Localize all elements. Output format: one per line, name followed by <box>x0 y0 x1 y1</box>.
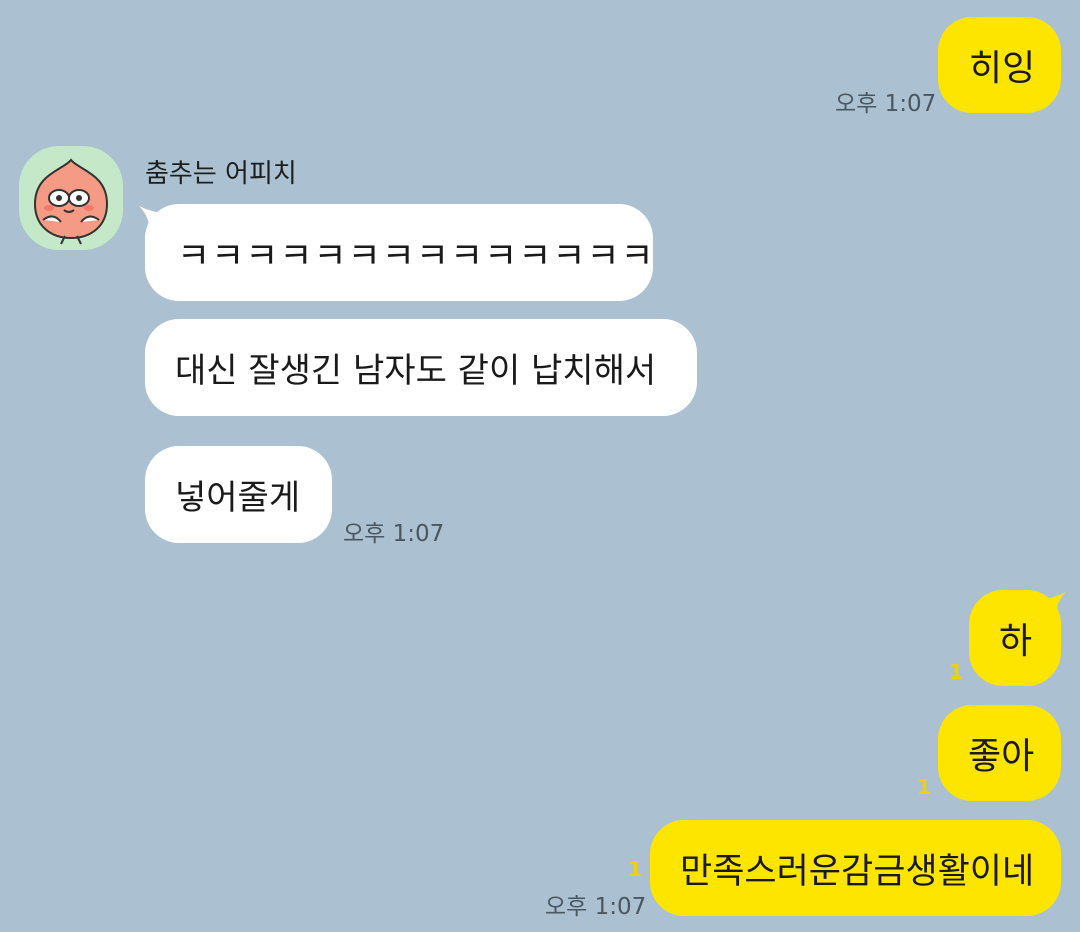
message-bubble-mine[interactable]: 하 <box>969 590 1061 686</box>
message-text: 좋아 <box>968 736 1035 777</box>
message-text: ㅋㅋㅋㅋㅋㅋㅋㅋㅋㅋㅋㅋㅋㅋ <box>177 235 655 277</box>
message-text: 히잉 <box>969 48 1036 89</box>
unread-count: 1 <box>628 857 642 881</box>
message-text: 하 <box>999 621 1033 662</box>
message-text: 만족스러운감금생활이네 <box>680 851 1035 892</box>
unread-count: 1 <box>949 660 963 684</box>
message-text: 대신 잘생긴 남자도 같이 납치해서 <box>175 351 657 391</box>
message-text: 넣어줄게 <box>175 478 301 518</box>
avatar[interactable] <box>19 146 123 250</box>
apeach-avatar-icon <box>33 158 109 245</box>
message-bubble-mine[interactable]: 만족스러운감금생활이네 <box>650 820 1061 916</box>
message-bubble-mine[interactable]: 좋아 <box>938 705 1061 801</box>
message-timestamp: 오후 1:07 <box>545 894 647 920</box>
message-bubble-theirs[interactable]: 넣어줄게 <box>145 446 332 543</box>
sender-name: 춤추는 어피치 <box>145 159 297 189</box>
message-bubble-theirs[interactable]: ㅋㅋㅋㅋㅋㅋㅋㅋㅋㅋㅋㅋㅋㅋ <box>145 204 655 301</box>
message-timestamp: 오후 1:07 <box>835 91 937 117</box>
message-bubble-mine[interactable]: 히잉 <box>938 17 1061 113</box>
message-timestamp: 오후 1:07 <box>343 521 445 547</box>
unread-count: 1 <box>917 775 931 799</box>
message-bubble-theirs[interactable]: 대신 잘생긴 남자도 같이 납치해서 <box>145 319 697 416</box>
